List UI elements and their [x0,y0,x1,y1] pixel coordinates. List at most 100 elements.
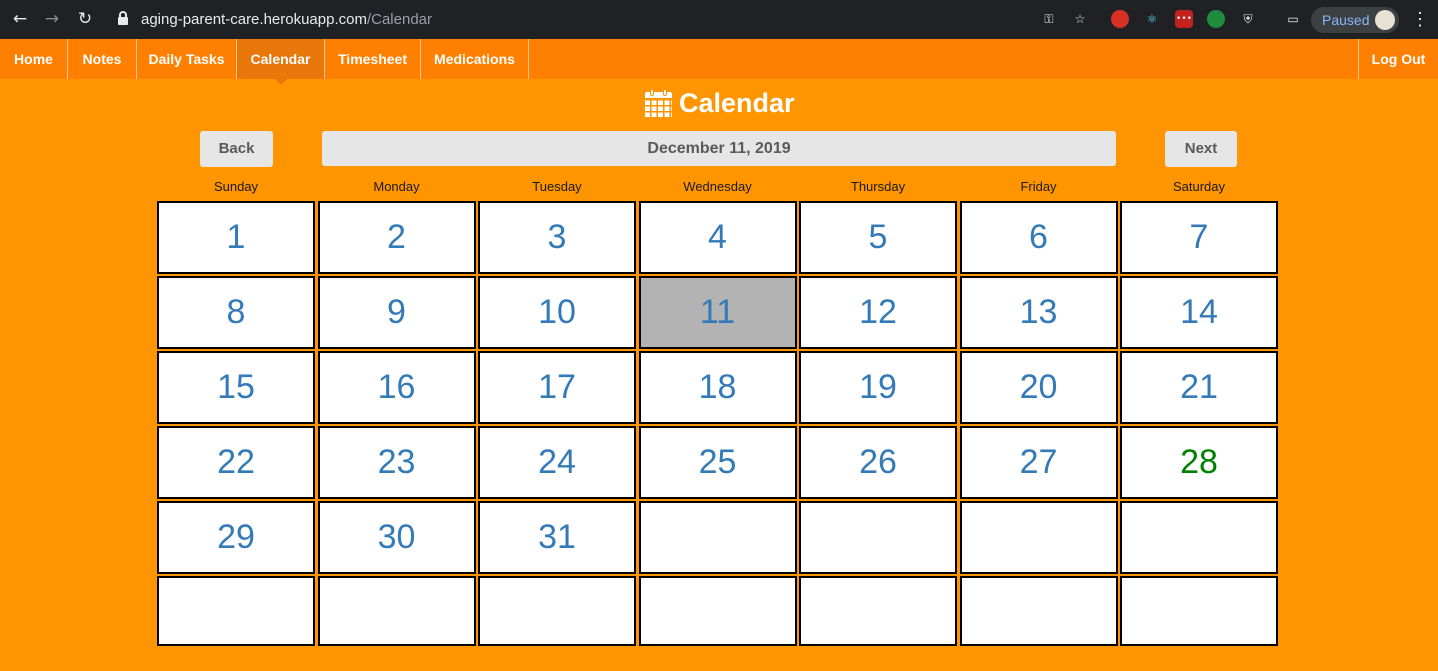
next-button[interactable]: Next [1165,131,1237,167]
weekday-saturday: Saturday [1172,179,1226,194]
react-devtools-icon[interactable]: ⚛ [1143,10,1161,28]
calendar-day-cell[interactable]: 4 [638,201,797,274]
calendar-day-cell[interactable]: 13 [959,276,1118,349]
calendar-day-cell[interactable]: 23 [317,426,476,499]
day-number: 31 [538,518,576,556]
weekday-monday: Monday [373,179,420,194]
calendar-empty-cell [959,576,1118,646]
calendar-day-cell[interactable]: 21 [1120,351,1278,424]
day-number: 15 [217,368,255,406]
day-number: 1 [226,218,246,256]
calendar-day-cell[interactable]: 31 [478,501,636,574]
current-date-display: December 11, 2019 [322,131,1116,166]
nav-medications[interactable]: Medications [421,39,529,79]
calendar-day-cell[interactable]: 22 [157,426,315,499]
day-number: 26 [859,443,897,481]
app-navbar: Home Notes Daily Tasks Calendar Timeshee… [0,39,1438,85]
calendar-day-cell[interactable]: 16 [317,351,476,424]
browser-toolbar: ← → ↻ aging-parent-care.herokuapp.com/Ca… [0,0,1438,39]
calendar-day-cell[interactable]: 20 [959,351,1118,424]
calendar-day-cell[interactable]: 7 [1120,201,1278,274]
cast-icon[interactable]: ▭ [1284,10,1302,28]
nav-calendar[interactable]: Calendar [237,39,325,85]
calendar-day-cell[interactable]: 24 [478,426,636,499]
calendar-day-cell[interactable]: 29 [157,501,315,574]
kebab-menu-icon[interactable]: ⋮ [1411,8,1429,30]
calendar-day-cell[interactable]: 17 [478,351,636,424]
avatar [1375,10,1395,30]
calendar-empty-cell [799,501,957,574]
day-number: 14 [1180,293,1218,331]
day-number: 19 [859,368,897,406]
day-number: 27 [1019,443,1058,481]
back-button[interactable]: Back [200,131,273,167]
day-number: 25 [698,443,737,481]
day-number: 7 [1189,218,1209,256]
shield-icon[interactable]: ⛨ [1239,10,1257,28]
calendar-day-cell[interactable]: 15 [157,351,315,424]
reload-icon[interactable]: ↻ [74,8,96,30]
extension-green-icon[interactable] [1207,10,1225,28]
calendar-empty-cell [317,576,476,646]
day-number: 4 [708,218,727,256]
calendar-day-cell[interactable]: 18 [638,351,797,424]
calendar-day-cell[interactable]: 26 [799,426,957,499]
calendar-day-cell[interactable]: 8 [157,276,315,349]
weekday-thursday: Thursday [850,179,906,194]
nav-daily-tasks[interactable]: Daily Tasks [137,39,237,79]
calendar-day-cell[interactable]: 2 [317,201,476,274]
forward-arrow-icon[interactable]: → [41,8,63,30]
day-number: 23 [377,443,416,481]
calendar-day-cell[interactable]: 30 [317,501,476,574]
calendar-empty-cell [638,501,797,574]
calendar-icon [645,89,672,117]
url-text: aging-parent-care.herokuapp.com/Calendar [141,11,432,28]
day-number: 3 [547,218,567,256]
calendar-day-cell[interactable]: 10 [478,276,636,349]
nav-timesheet[interactable]: Timesheet [325,39,421,79]
calendar-day-cell[interactable]: 27 [959,426,1118,499]
calendar-day-cell[interactable]: 1 [157,201,315,274]
day-number: 8 [226,293,246,331]
day-number: 18 [698,368,737,406]
logout-link[interactable]: Log Out [1358,39,1438,79]
url-host: aging-parent-care.herokuapp.com [141,11,367,28]
day-number: 2 [387,218,406,256]
nav-notes[interactable]: Notes [68,39,137,79]
calendar-day-cell[interactable]: 5 [799,201,957,274]
calendar-empty-cell [478,576,636,646]
calendar-day-cell[interactable]: 19 [799,351,957,424]
back-arrow-icon[interactable]: ← [9,8,31,30]
calendar-day-cell[interactable]: 9 [317,276,476,349]
url-path: /Calendar [366,11,433,28]
calendar-day-cell[interactable]: 14 [1120,276,1278,349]
calendar-day-cell[interactable]: 25 [638,426,797,499]
profile-button[interactable]: Paused [1311,7,1399,33]
extension-dots-icon[interactable]: ••• [1175,10,1193,28]
day-number: 9 [387,293,406,331]
calendar-day-cell[interactable]: 28 [1120,426,1278,499]
day-number: 22 [217,443,255,481]
day-number: 10 [538,293,576,331]
calendar-day-cell[interactable]: 11 [638,276,797,349]
calendar-empty-cell [157,576,315,646]
weekday-friday: Friday [1020,179,1057,194]
calendar-empty-cell [799,576,957,646]
calendar-day-cell[interactable]: 3 [478,201,636,274]
nav-home[interactable]: Home [0,39,68,79]
calendar-day-cell[interactable]: 6 [959,201,1118,274]
key-icon[interactable]: ⚿ [1040,10,1058,28]
calendar-empty-cell [1120,501,1278,574]
address-bar[interactable]: aging-parent-care.herokuapp.com/Calendar [108,5,1098,34]
calendar-day-cell[interactable]: 12 [799,276,957,349]
day-number: 13 [1019,293,1058,331]
day-number: 24 [538,443,576,481]
extension-stop-icon[interactable] [1111,10,1129,28]
star-icon[interactable]: ☆ [1071,10,1089,28]
day-number: 29 [217,518,255,556]
weekday-sunday: Sunday [213,179,259,194]
day-number: 12 [859,293,897,331]
day-number: 17 [538,368,576,406]
day-number: 16 [377,368,416,406]
profile-status: Paused [1322,12,1370,28]
